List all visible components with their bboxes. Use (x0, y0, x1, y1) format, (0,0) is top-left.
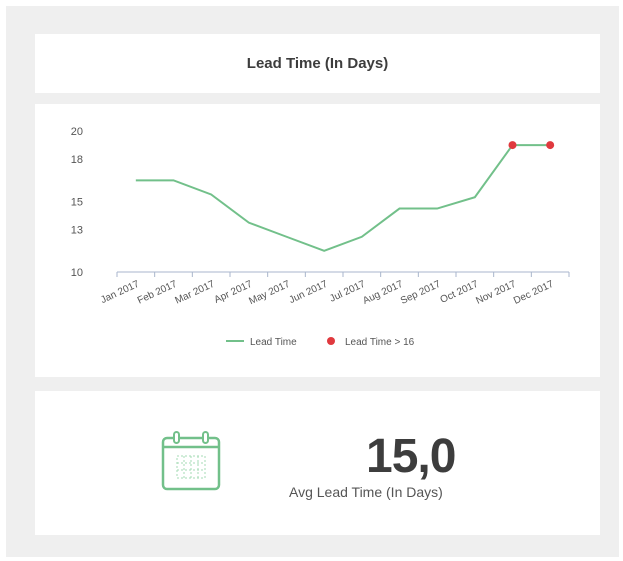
kpi-card: 15,0 Avg Lead Time (In Days) (35, 391, 600, 535)
x-tick-label: Jul 2017 (328, 279, 367, 305)
x-tick-label: Nov 2017 (474, 279, 518, 307)
lead-time-chart: 10 13 15 18 20 Jan 2017Feb 2017Mar 2017Apr 20… (71, 126, 570, 348)
x-tick-label: May 2017 (247, 279, 292, 308)
chart-card: 10 13 15 18 20 Jan 2017 Feb 2017 Mar 2017 Apr 20… (35, 104, 600, 377)
lead-time-over-16-point (546, 141, 555, 150)
kpi-label: Avg Lead Time (In Days) (289, 484, 443, 500)
x-tick-label: Jan 2017 (99, 279, 141, 307)
legend-label-lead-time: Lead Time (250, 337, 297, 348)
lead-time-over-16-point (508, 141, 517, 150)
kpi-value: 15,0 (366, 430, 456, 483)
legend-dot-swatch (327, 337, 335, 345)
y-tick-label: 10 (71, 267, 83, 279)
y-tick-label: 15 (71, 197, 83, 209)
x-tick-label: Apr 2017 (213, 279, 255, 306)
dashboard-frame: Lead Time (In Days) 10 13 15 18 20 Jan 2017 Fe… (6, 6, 619, 557)
x-tick-label: Jun 2017 (287, 279, 329, 307)
x-tick-label: Oct 2017 (439, 279, 481, 306)
lead-time-line (135, 144, 551, 252)
chart-title: Lead Time (In Days) (246, 55, 389, 72)
x-tick-label: Dec 2017 (512, 279, 556, 307)
y-tick-label: 18 (71, 154, 83, 166)
x-tick-label: Feb 2017 (136, 279, 179, 307)
calendar-icon (161, 431, 221, 491)
x-tick-label: Sep 2017 (399, 279, 443, 307)
legend-label-over-16: Lead Time > 16 (345, 337, 415, 348)
y-tick-label: 20 (71, 126, 83, 138)
title-card: Lead Time (In Days) (35, 34, 600, 93)
x-tick-label: Mar 2017 (173, 279, 216, 307)
y-tick-label: 13 (71, 225, 83, 237)
x-tick-label: Aug 2017 (361, 279, 405, 307)
